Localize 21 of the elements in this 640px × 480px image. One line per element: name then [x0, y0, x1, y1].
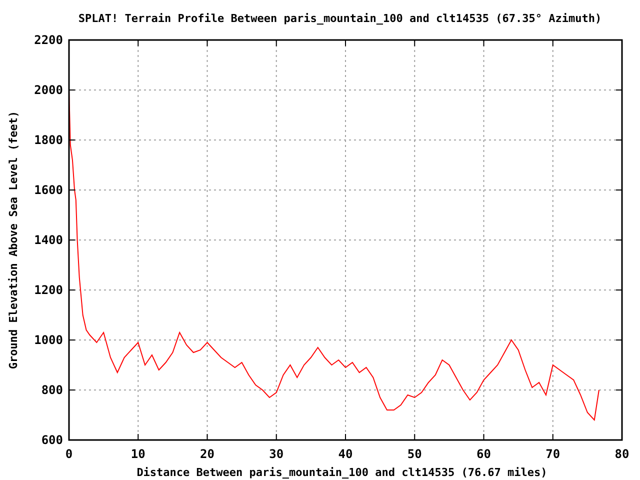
y-tick-label: 2000 [34, 83, 63, 97]
x-tick-label: 10 [130, 447, 146, 461]
y-tick-label: 1400 [34, 233, 63, 247]
y-axis-title: Ground Elevation Above Sea Level (feet) [7, 110, 20, 370]
x-tick-label: 50 [407, 447, 422, 461]
y-tick-label: 1000 [34, 333, 63, 347]
y-tick-label: 2200 [34, 33, 63, 47]
y-tick-label: 1200 [34, 283, 63, 297]
y-tick-label: 1800 [34, 133, 63, 147]
x-axis-title: Distance Between paris_mountain_100 and clt14535 (76.67 miles) [136, 466, 548, 479]
x-tick-label: 40 [338, 447, 353, 461]
y-tick-label: 600 [41, 433, 63, 447]
x-tick-label: 20 [200, 447, 214, 461]
y-tick-label: 1600 [34, 183, 63, 197]
x-tick-label: 70 [546, 447, 560, 461]
chart-title: SPLAT! Terrain Profile Between paris_mountain_100 and clt14535 (67.35° Azimuth) [78, 12, 602, 25]
x-tick-label: 60 [476, 447, 491, 461]
x-tick-label: 30 [269, 447, 284, 461]
x-tick-label: 0 [65, 447, 73, 461]
x-tick-label: 80 [614, 447, 630, 461]
y-tick-label: 800 [41, 383, 63, 397]
